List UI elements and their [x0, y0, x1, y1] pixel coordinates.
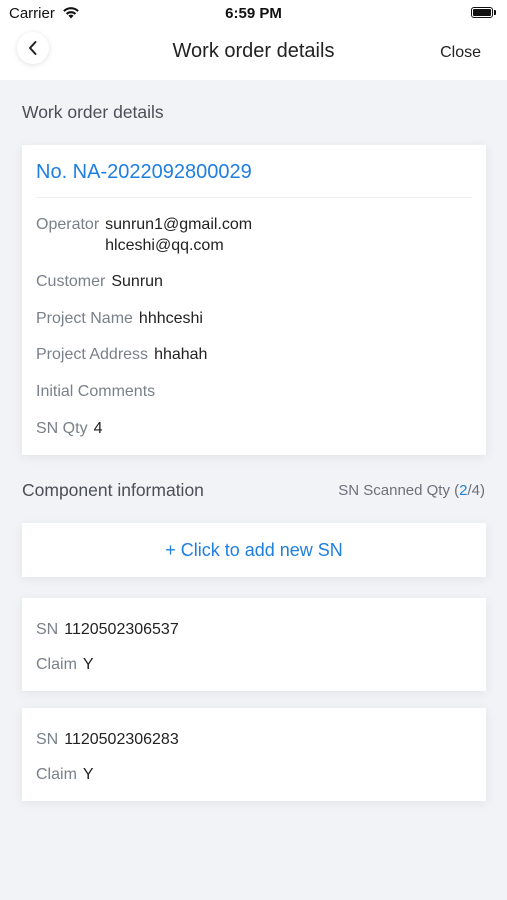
project-name-label: Project Name	[36, 310, 133, 327]
sn-qty-label: SN Qty	[36, 420, 88, 437]
sn-item-card[interactable]: SN 1120502306537 Claim Y	[22, 598, 486, 691]
sn-item-card[interactable]: SN 1120502306283 Claim Y	[22, 708, 486, 801]
initial-comments-label: Initial Comments	[36, 383, 156, 400]
operator-email: sunrun1@gmail.com	[105, 216, 253, 233]
sn-scanned-qty: SN Scanned Qty (2/4)	[338, 482, 485, 499]
sn-scanned-suffix: /4)	[467, 482, 485, 499]
claim-value: Y	[82, 656, 94, 673]
initial-comments-row: Initial Comments	[36, 381, 161, 402]
sn-row: SN 1120502306537	[36, 619, 179, 640]
close-button[interactable]: Close	[440, 44, 481, 62]
claim-row: Claim Y	[36, 764, 94, 785]
project-address-label: Project Address	[36, 346, 149, 363]
sn-row: SN 1120502306283	[36, 729, 179, 750]
clock: 6:59 PM	[225, 5, 282, 22]
project-address-value: hhahah	[154, 346, 208, 363]
claim-row: Claim Y	[36, 654, 94, 675]
claim-label: Claim	[36, 656, 77, 673]
navigation-bar: Work order details Close	[0, 28, 507, 80]
project-address-row: Project Address hhahah	[36, 344, 207, 365]
operator-label: Operator	[36, 216, 100, 233]
page-title: Work order details	[172, 40, 335, 62]
customer-row: Customer Sunrun	[36, 271, 163, 292]
sn-value: 1120502306537	[64, 621, 179, 638]
details-section-title: Work order details	[22, 102, 164, 122]
project-name-row: Project Name hhhceshi	[36, 308, 203, 329]
divider	[36, 197, 472, 198]
project-name-value: hhhceshi	[138, 310, 203, 327]
sn-value: 1120502306283	[64, 731, 179, 748]
operator-row: Operator sunrun1@gmail.com hlceshi@qq.co…	[36, 214, 252, 256]
customer-value: Sunrun	[111, 273, 163, 290]
work-order-number: No. NA-2022092800029	[36, 161, 252, 183]
add-new-sn-button[interactable]: + Click to add new SN	[22, 523, 486, 577]
component-section-title: Component information	[22, 480, 204, 500]
claim-value: Y	[82, 766, 94, 783]
work-order-card: No. NA-2022092800029 Operator sunrun1@gm…	[22, 145, 486, 455]
sn-scanned-prefix: SN Scanned Qty (	[338, 482, 460, 499]
sn-label: SN	[36, 731, 59, 748]
claim-label: Claim	[36, 766, 77, 783]
status-bar: Carrier 6:59 PM	[0, 0, 507, 28]
sn-qty-row: SN Qty 4	[36, 418, 102, 439]
operator-email: hlceshi@qq.com	[105, 237, 224, 254]
battery-icon	[471, 7, 497, 19]
sn-qty-value: 4	[93, 420, 103, 437]
sn-label: SN	[36, 621, 59, 638]
customer-label: Customer	[36, 273, 106, 290]
